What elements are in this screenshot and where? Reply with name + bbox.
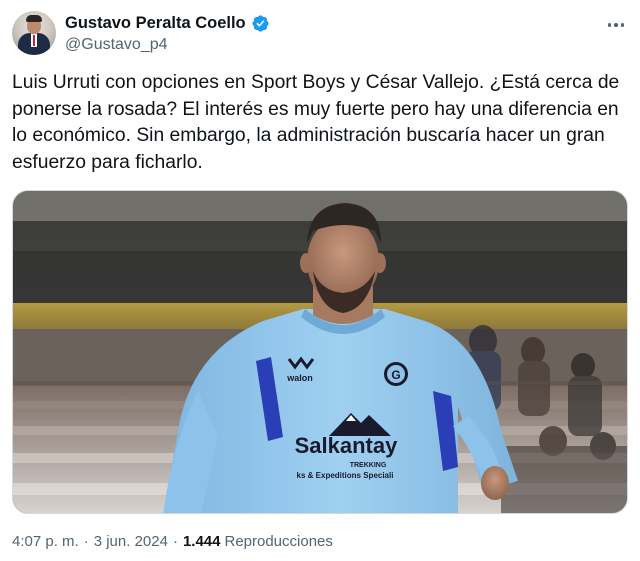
jersey-sponsor-sub2: ks & Expeditions Speciali [297,471,394,480]
author-handle[interactable]: @Gustavo_p4 [65,36,168,54]
views-count: 1.444 [182,533,221,550]
tweet-meta: 4:07 p. m. · 3 jun. 2024 · 1.444 Reprodu… [12,533,333,550]
tweet-header: Gustavo Peralta Coello @Gustavo_p4 [12,11,628,57]
author-name-row: Gustavo Peralta Coello [65,13,270,33]
meta-separator: · [83,533,89,550]
tweet-time[interactable]: 4:07 p. m. [12,533,79,550]
tweet-date[interactable]: 3 jun. 2024 [94,533,168,550]
verified-badge-icon[interactable] [251,14,270,33]
jersey-sponsor-text: Salkantay [295,433,398,458]
jersey-sponsor-sub1: TREKKING [350,462,387,469]
more-options-icon[interactable] [604,15,628,35]
meta-separator: · [172,533,178,550]
tweet-photo[interactable]: walon G Salkantay TREKKING ks & Expediti… [12,190,628,514]
tweet-card: Gustavo Peralta Coello @Gustavo_p4 Luis … [0,0,640,561]
author-display-name[interactable]: Gustavo Peralta Coello [65,14,246,33]
jersey-brand-text: walon [286,373,313,383]
views-label: Reproducciones [224,533,333,550]
player-photo-image: walon G Salkantay TREKKING ks & Expediti… [13,191,627,513]
tweet-text: Luis Urruti con opciones en Sport Boys y… [12,72,625,173]
author-avatar[interactable] [12,11,56,55]
jersey-crest-text: G [391,368,400,382]
